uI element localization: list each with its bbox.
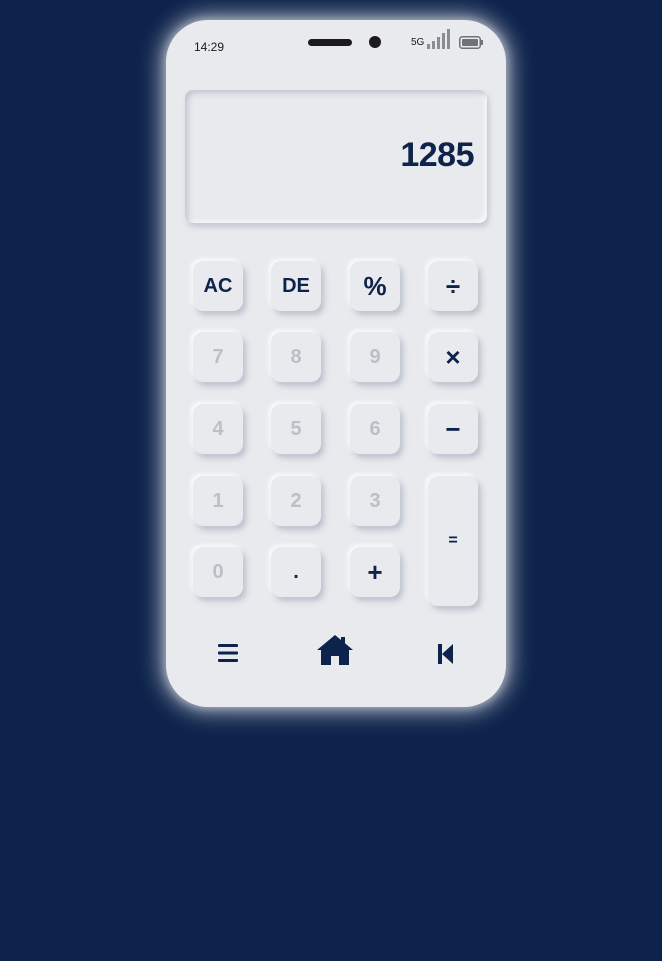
status-time: 14:29 [194, 40, 225, 54]
digit-0-button[interactable]: 0 [193, 547, 243, 597]
battery-icon [459, 36, 483, 49]
skip-back-icon[interactable] [438, 644, 454, 664]
decimal-point-button[interactable]: . [271, 547, 321, 597]
minus-button[interactable]: − [428, 404, 478, 454]
all-clear-button[interactable]: AC [193, 261, 243, 311]
divide-button[interactable]: ÷ [428, 261, 478, 311]
display-value: 1285 [400, 136, 474, 174]
digit-9-button[interactable]: 9 [350, 332, 400, 382]
digit-5-button[interactable]: 5 [271, 404, 321, 454]
calculator-display: 1285 [185, 90, 487, 223]
digit-3-button[interactable]: 3 [350, 476, 400, 526]
phone-frame: 14:29 5G 1285 AC DE % ÷ 7 8 9 × 4 5 6 − … [166, 20, 506, 707]
speaker-grille [308, 39, 352, 46]
digit-7-button[interactable]: 7 [193, 332, 243, 382]
delete-button[interactable]: DE [271, 261, 321, 311]
digit-1-button[interactable]: 1 [193, 476, 243, 526]
equals-button[interactable]: = [428, 476, 478, 606]
digit-6-button[interactable]: 6 [350, 404, 400, 454]
signal-bars-icon [427, 29, 450, 49]
menu-icon[interactable] [218, 644, 238, 662]
digit-2-button[interactable]: 2 [271, 476, 321, 526]
home-icon[interactable] [316, 634, 354, 666]
network-label: 5G [411, 37, 425, 48]
digit-4-button[interactable]: 4 [193, 404, 243, 454]
digit-8-button[interactable]: 8 [271, 332, 321, 382]
plus-button[interactable]: + [350, 547, 400, 597]
front-camera [369, 36, 381, 48]
multiply-button[interactable]: × [428, 332, 478, 382]
percent-button[interactable]: % [350, 261, 400, 311]
